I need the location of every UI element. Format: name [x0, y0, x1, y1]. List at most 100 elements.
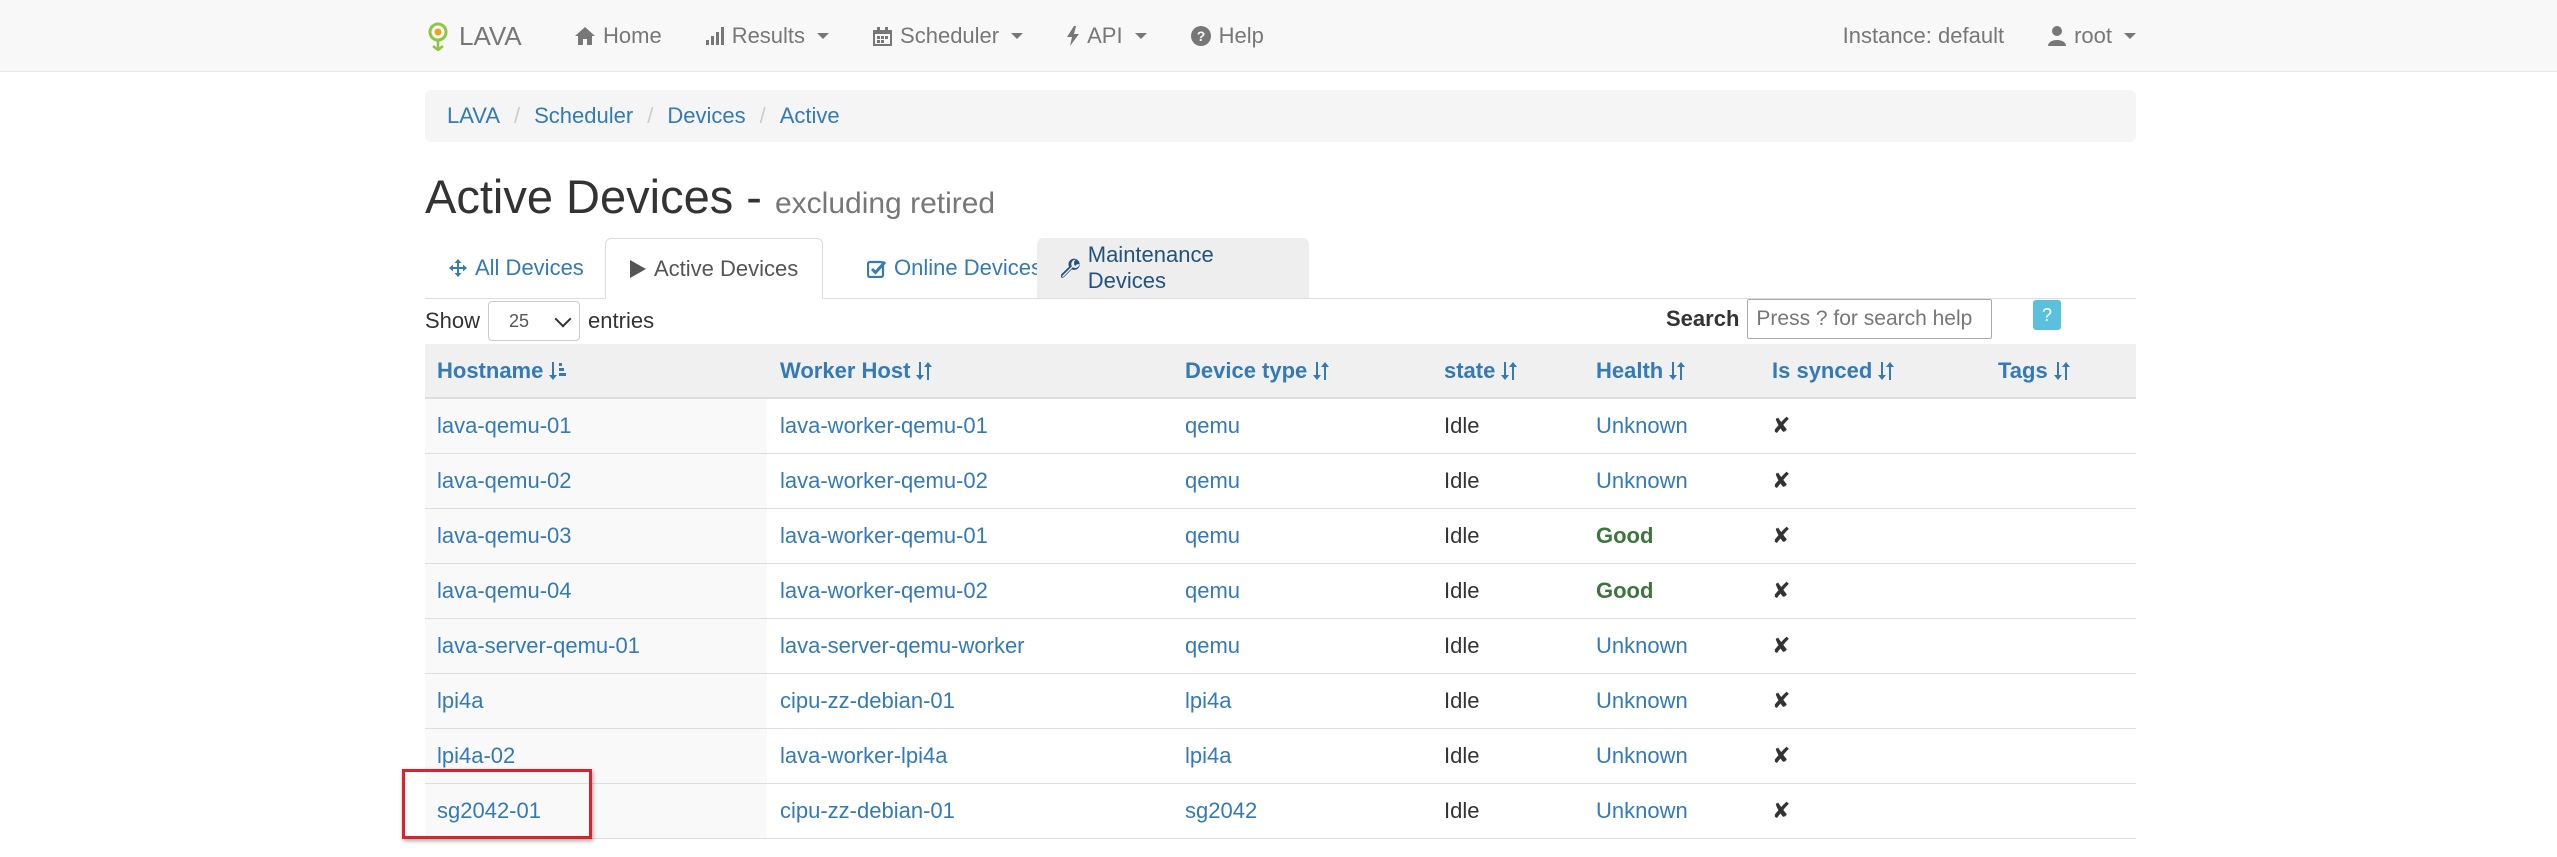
hostname-link[interactable]: lpi4a — [437, 674, 483, 728]
brand-link[interactable]: LAVA — [425, 0, 522, 72]
breadcrumb-separator: / — [514, 103, 521, 128]
column-header-label: state — [1444, 357, 1496, 383]
health-link[interactable]: Unknown — [1596, 399, 1688, 453]
breadcrumb-active[interactable]: Active — [780, 103, 840, 129]
hostname-link[interactable]: lava-server-qemu-01 — [437, 619, 640, 673]
health-good-value: Good — [1596, 578, 1654, 603]
breadcrumb-lava[interactable]: LAVA — [447, 103, 500, 129]
page-subtitle: excluding retired — [774, 187, 996, 220]
worker-host-link[interactable]: cipu-zz-debian-01 — [780, 784, 955, 838]
question-circle-icon: ? — [1190, 26, 1211, 46]
sort-icon — [1313, 361, 1330, 380]
entries-select[interactable]: 25 — [488, 301, 581, 341]
nav-api-label: API — [1087, 23, 1123, 48]
show-entries: Show 25 entries — [425, 300, 654, 342]
nav-home[interactable]: Home — [575, 23, 662, 49]
state-value: Idle — [1444, 468, 1480, 493]
worker-host-link[interactable]: lava-worker-qemu-02 — [780, 564, 988, 618]
health-link[interactable]: Unknown — [1596, 619, 1688, 673]
user-menu[interactable]: root — [2048, 23, 2136, 49]
user-icon — [2048, 26, 2067, 46]
worker-host-link[interactable]: lava-worker-lpi4a — [780, 729, 948, 783]
table-row: lpi4a cipu-zz-debian-01 lpi4a Idle Unkno… — [425, 674, 2136, 729]
nav-scheduler-label: Scheduler — [900, 23, 1000, 48]
tab-online-devices[interactable]: Online Devices — [843, 238, 1066, 298]
worker-host-link[interactable]: lava-worker-qemu-01 — [780, 399, 988, 453]
tab-online-devices-label: Online Devices — [894, 255, 1042, 280]
breadcrumb-scheduler[interactable]: Scheduler — [534, 103, 633, 129]
chevron-down-icon — [2124, 33, 2136, 39]
health-link[interactable]: Unknown — [1596, 674, 1688, 728]
column-header-label: Health — [1596, 357, 1664, 383]
nav-results[interactable]: Results — [705, 23, 830, 49]
chevron-down-icon — [554, 310, 572, 327]
worker-host-link[interactable]: lava-worker-qemu-02 — [780, 454, 988, 508]
hostname-link[interactable]: lava-qemu-04 — [437, 564, 572, 618]
device-type-link[interactable]: qemu — [1185, 619, 1240, 673]
not-synced-icon: ✘ — [1772, 688, 1791, 713]
breadcrumb-separator: / — [759, 103, 766, 128]
sort-ascending-icon — [549, 361, 567, 380]
not-synced-icon: ✘ — [1772, 798, 1791, 823]
breadcrumb-devices[interactable]: Devices — [667, 103, 745, 129]
nav-scheduler[interactable]: Scheduler — [873, 23, 1024, 49]
brand-label: LAVA — [459, 20, 522, 51]
not-synced-icon: ✘ — [1772, 468, 1791, 493]
page-title-text: Active Devices - — [425, 170, 762, 223]
device-type-link[interactable]: qemu — [1185, 564, 1240, 618]
worker-host-link[interactable]: lava-worker-qemu-01 — [780, 509, 988, 563]
hostname-link[interactable]: lava-qemu-02 — [437, 454, 572, 508]
device-type-link[interactable]: lpi4a — [1185, 729, 1231, 783]
search-placeholder: Press ? for search help — [1756, 307, 1973, 330]
worker-host-link[interactable]: lava-server-qemu-worker — [780, 619, 1025, 673]
nav-right: Instance: default root — [1843, 0, 2136, 72]
column-header-hostname[interactable]: Hostname — [437, 344, 567, 397]
tab-active-devices[interactable]: Active Devices — [605, 238, 824, 299]
state-value: Idle — [1444, 688, 1480, 713]
navbar-inner: LAVA Home Results Scheduler API ? Help I… — [425, 0, 2136, 72]
search-help-button[interactable]: ? — [2033, 300, 2061, 330]
column-header-state[interactable]: state — [1444, 344, 1518, 397]
hostname-link[interactable]: lava-qemu-01 — [437, 399, 572, 453]
column-header-is-synced[interactable]: Is synced — [1772, 344, 1895, 397]
state-value: Idle — [1444, 578, 1480, 603]
state-value: Idle — [1444, 633, 1480, 658]
table-row: lava-qemu-01 lava-worker-qemu-01 qemu Id… — [425, 399, 2136, 454]
tab-maintenance-devices[interactable]: Maintenance Devices — [1037, 238, 1309, 298]
state-value: Idle — [1444, 523, 1480, 548]
device-type-link[interactable]: lpi4a — [1185, 674, 1231, 728]
table-row: lava-qemu-03 lava-worker-qemu-01 qemu Id… — [425, 509, 2136, 564]
health-link[interactable]: Unknown — [1596, 729, 1688, 783]
chevron-down-icon — [817, 33, 830, 39]
nav-results-label: Results — [731, 23, 806, 48]
highlight-box — [402, 769, 592, 839]
flash-icon — [1067, 26, 1080, 46]
health-link[interactable]: Unknown — [1596, 454, 1688, 508]
instance-label: Instance: default — [1842, 23, 2005, 48]
wrench-icon — [1061, 258, 1080, 278]
sort-icon — [1878, 361, 1895, 380]
column-header-label: Tags — [1998, 357, 2048, 383]
play-icon — [630, 259, 646, 278]
search-input[interactable]: Press ? for search help — [1747, 299, 1993, 339]
device-type-link[interactable]: qemu — [1185, 454, 1240, 508]
health-good-value: Good — [1596, 523, 1654, 548]
column-header-worker-host[interactable]: Worker Host — [780, 344, 933, 397]
column-header-tags[interactable]: Tags — [1998, 344, 2070, 397]
column-header-device-type[interactable]: Device type — [1185, 344, 1330, 397]
state-value: Idle — [1444, 743, 1480, 768]
nav-api[interactable]: API — [1067, 23, 1147, 49]
device-type-link[interactable]: sg2042 — [1185, 784, 1257, 838]
worker-host-link[interactable]: cipu-zz-debian-01 — [780, 674, 955, 728]
device-type-link[interactable]: qemu — [1185, 399, 1240, 453]
column-header-health[interactable]: Health — [1596, 344, 1686, 397]
table-row: lpi4a-02 lava-worker-lpi4a lpi4a Idle Un… — [425, 729, 2136, 784]
health-link[interactable]: Unknown — [1596, 784, 1688, 838]
calendar-icon — [873, 26, 893, 46]
devices-table: Hostname Worker Host Device type state H… — [425, 344, 2136, 839]
tab-maintenance-devices-label: Maintenance Devices — [1087, 242, 1214, 293]
tab-all-devices[interactable]: All Devices — [425, 238, 608, 298]
nav-help[interactable]: ? Help — [1190, 23, 1264, 49]
device-type-link[interactable]: qemu — [1185, 509, 1240, 563]
hostname-link[interactable]: lava-qemu-03 — [437, 509, 572, 563]
